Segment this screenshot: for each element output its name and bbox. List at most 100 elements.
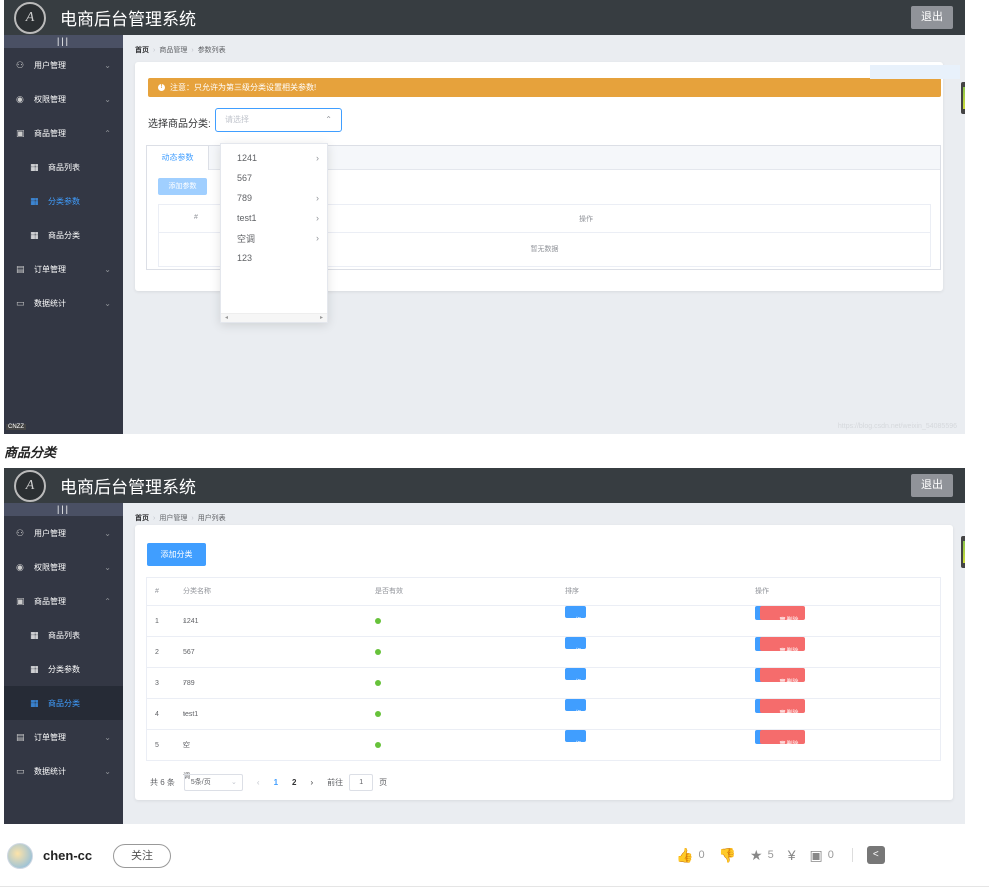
sidebar-item-params[interactable]: ▦ 分类参数 (4, 184, 123, 218)
sidebar-item-users[interactable]: ⚇ 用户管理 ⌄ (4, 48, 123, 82)
select-label: 选择商品分类: (148, 119, 211, 130)
chevron-right-icon: › (316, 153, 319, 163)
warning-alert: ! 注意：只允许为第三级分类设置相关参数! (148, 78, 941, 97)
alert-text: 注意：只允许为第三级分类设置相关参数! (170, 83, 317, 92)
sidebar-item-orders[interactable]: ▤ 订单管理 ⌄ (4, 720, 123, 754)
star-icon[interactable]: ★ (750, 847, 763, 864)
cascader-option[interactable]: 空调 › (221, 228, 327, 248)
sidebar-item-rights[interactable]: ◉ 权限管理 ⌄ (4, 550, 123, 584)
col-sort: 排序 (565, 588, 579, 595)
sidebar-item-goods[interactable]: ▣ 商品管理 ⌃ (4, 584, 123, 618)
cascader-option[interactable]: test1 › (221, 208, 327, 228)
share-icon[interactable]: < (866, 846, 885, 864)
logout-button[interactable]: 退出 (911, 474, 953, 497)
row-index: 2 (155, 649, 159, 656)
sidebar-item-orders[interactable]: ▤ 订单管理 ⌄ (4, 252, 123, 286)
next-page-icon[interactable]: › (310, 778, 313, 787)
sidebar-item-stats[interactable]: ▭ 数据统计 ⌄ (4, 286, 123, 320)
cascader-option[interactable]: 789 › (221, 188, 327, 208)
delete-button[interactable]: 🗑 删除 (760, 730, 805, 748)
delete-label: 删除 (786, 711, 799, 717)
sidebar-item-categories[interactable]: ▦ 商品分类 (4, 218, 123, 252)
watermark: https://blog.csdn.net/weixin_54085596 (837, 423, 957, 430)
tab-dynamic-params[interactable]: 动态参数 (147, 146, 209, 170)
side-tool-button[interactable] (961, 82, 965, 114)
goto-input[interactable]: 1 (349, 773, 374, 791)
reward-icon[interactable]: ¥ (788, 847, 796, 863)
scroll-left-icon[interactable]: ◂ (225, 314, 228, 321)
col-actions: 操作 (755, 588, 769, 595)
check-circle-icon (375, 711, 381, 718)
logo-icon: A (14, 1, 46, 34)
chevron-down-icon: ⌄ (104, 298, 111, 308)
delete-button[interactable]: 🗑 删除 (760, 637, 805, 655)
sidebar-item-goods-list[interactable]: ▦ 商品列表 (4, 618, 123, 652)
sidebar-item-label: 订单管理 (34, 264, 66, 274)
chevron-down-icon: ⌄ (104, 766, 111, 776)
sidebar: ||| ⚇ 用户管理 ⌄ ◉ 权限管理 ⌄ ▣ 商品管理 ⌃ ▦ 商品列表 ▦ 分类参数 ▦ 商品… (4, 503, 123, 824)
thumbs-down-icon[interactable]: 👎 (719, 847, 736, 864)
delete-button[interactable]: 🗑 删除 (760, 668, 805, 686)
breadcrumb-item: 商品管理 (159, 47, 188, 54)
cascader-option[interactable]: 123 (221, 248, 327, 268)
goods-icon: ▣ (16, 595, 25, 606)
col-name: 分类名称 (183, 588, 211, 595)
add-param-button[interactable]: 添加参数 (158, 178, 207, 195)
sidebar-item-label: 商品管理 (34, 128, 66, 138)
delete-button[interactable]: 🗑 删除 (760, 699, 805, 717)
logout-button[interactable]: 退出 (911, 6, 953, 29)
goto-page: 前往 1 页 (327, 773, 387, 791)
breadcrumb-home[interactable]: 首页 (135, 47, 149, 54)
side-tool-button[interactable] (961, 536, 965, 568)
option-label: test1 (237, 213, 257, 223)
delete-label: 删除 (786, 618, 799, 624)
row-index: 4 (155, 711, 159, 718)
comment-icon[interactable]: ▣ (809, 847, 822, 864)
thumbs-up-icon[interactable]: 👍 (676, 847, 693, 864)
order-icon: ▤ (16, 731, 25, 742)
grid-icon: ▦ (30, 195, 39, 206)
author-name[interactable]: chen-cc (43, 848, 92, 863)
sidebar-item-goods[interactable]: ▣ 商品管理 ⌃ (4, 116, 123, 150)
categories-card: 添加分类 # 分类名称 是否有效 排序 操作 1 › 1241 一级 ✎ 编辑 🗑 删除 2… (135, 525, 953, 800)
sidebar-item-label: 用户管理 (34, 528, 66, 538)
avatar[interactable] (7, 843, 33, 869)
col-valid: 是否有效 (375, 588, 403, 595)
scroll-right-icon[interactable]: ▸ (320, 314, 323, 321)
breadcrumb-home[interactable]: 首页 (135, 515, 149, 522)
delete-label: 删除 (786, 680, 799, 686)
grid-icon: ▦ (30, 229, 39, 240)
level-badge: 一级 (565, 699, 586, 717)
sidebar-item-params[interactable]: ▦ 分类参数 (4, 652, 123, 686)
breadcrumb: 首页 › 商品管理 › 参数列表 (135, 47, 226, 54)
add-category-button[interactable]: 添加分类 (147, 543, 206, 566)
chevron-up-icon: ⌃ (104, 596, 111, 606)
sidebar-item-stats[interactable]: ▭ 数据统计 ⌄ (4, 754, 123, 788)
sidebar-toggle[interactable]: ||| (4, 503, 123, 516)
chevron-up-icon: ⌃ (104, 128, 111, 138)
author-bar: chen-cc 关注 👍 0 👎 ★ 5 ¥ ▣ 0 < (0, 838, 989, 874)
delete-button[interactable]: 🗑 删除 (760, 606, 805, 624)
horizontal-scrollbar[interactable]: ◂ ▸ (221, 313, 327, 322)
chevron-up-icon: ⌃ (325, 115, 332, 124)
sidebar-toggle[interactable]: ||| (4, 35, 123, 48)
sidebar-item-label: 商品管理 (34, 596, 66, 606)
page-1[interactable]: 1 (274, 778, 278, 787)
cascader-option[interactable]: 567 (221, 168, 327, 188)
comment-count: 0 (827, 849, 834, 861)
col-index: # (194, 214, 198, 221)
cnzz-badge: CNZZ (6, 424, 26, 430)
sidebar-item-label: 数据统计 (34, 766, 66, 776)
page-size-select[interactable]: 5条/页 ⌄ (183, 773, 243, 791)
page-2[interactable]: 2 (292, 778, 296, 787)
category-cascader[interactable]: 请选择 ⌃ (215, 108, 342, 132)
sidebar-item-label: 商品分类 (48, 230, 80, 240)
prev-page-icon[interactable]: ‹ (257, 778, 260, 787)
chevron-down-icon: ⌄ (104, 264, 111, 274)
sidebar-item-users[interactable]: ⚇ 用户管理 ⌄ (4, 516, 123, 550)
cascader-option[interactable]: 1241 › (221, 148, 327, 168)
sidebar-item-categories[interactable]: ▦ 商品分类 (4, 686, 123, 720)
sidebar-item-goods-list[interactable]: ▦ 商品列表 (4, 150, 123, 184)
follow-button[interactable]: 关注 (113, 844, 171, 868)
sidebar-item-rights[interactable]: ◉ 权限管理 ⌄ (4, 82, 123, 116)
